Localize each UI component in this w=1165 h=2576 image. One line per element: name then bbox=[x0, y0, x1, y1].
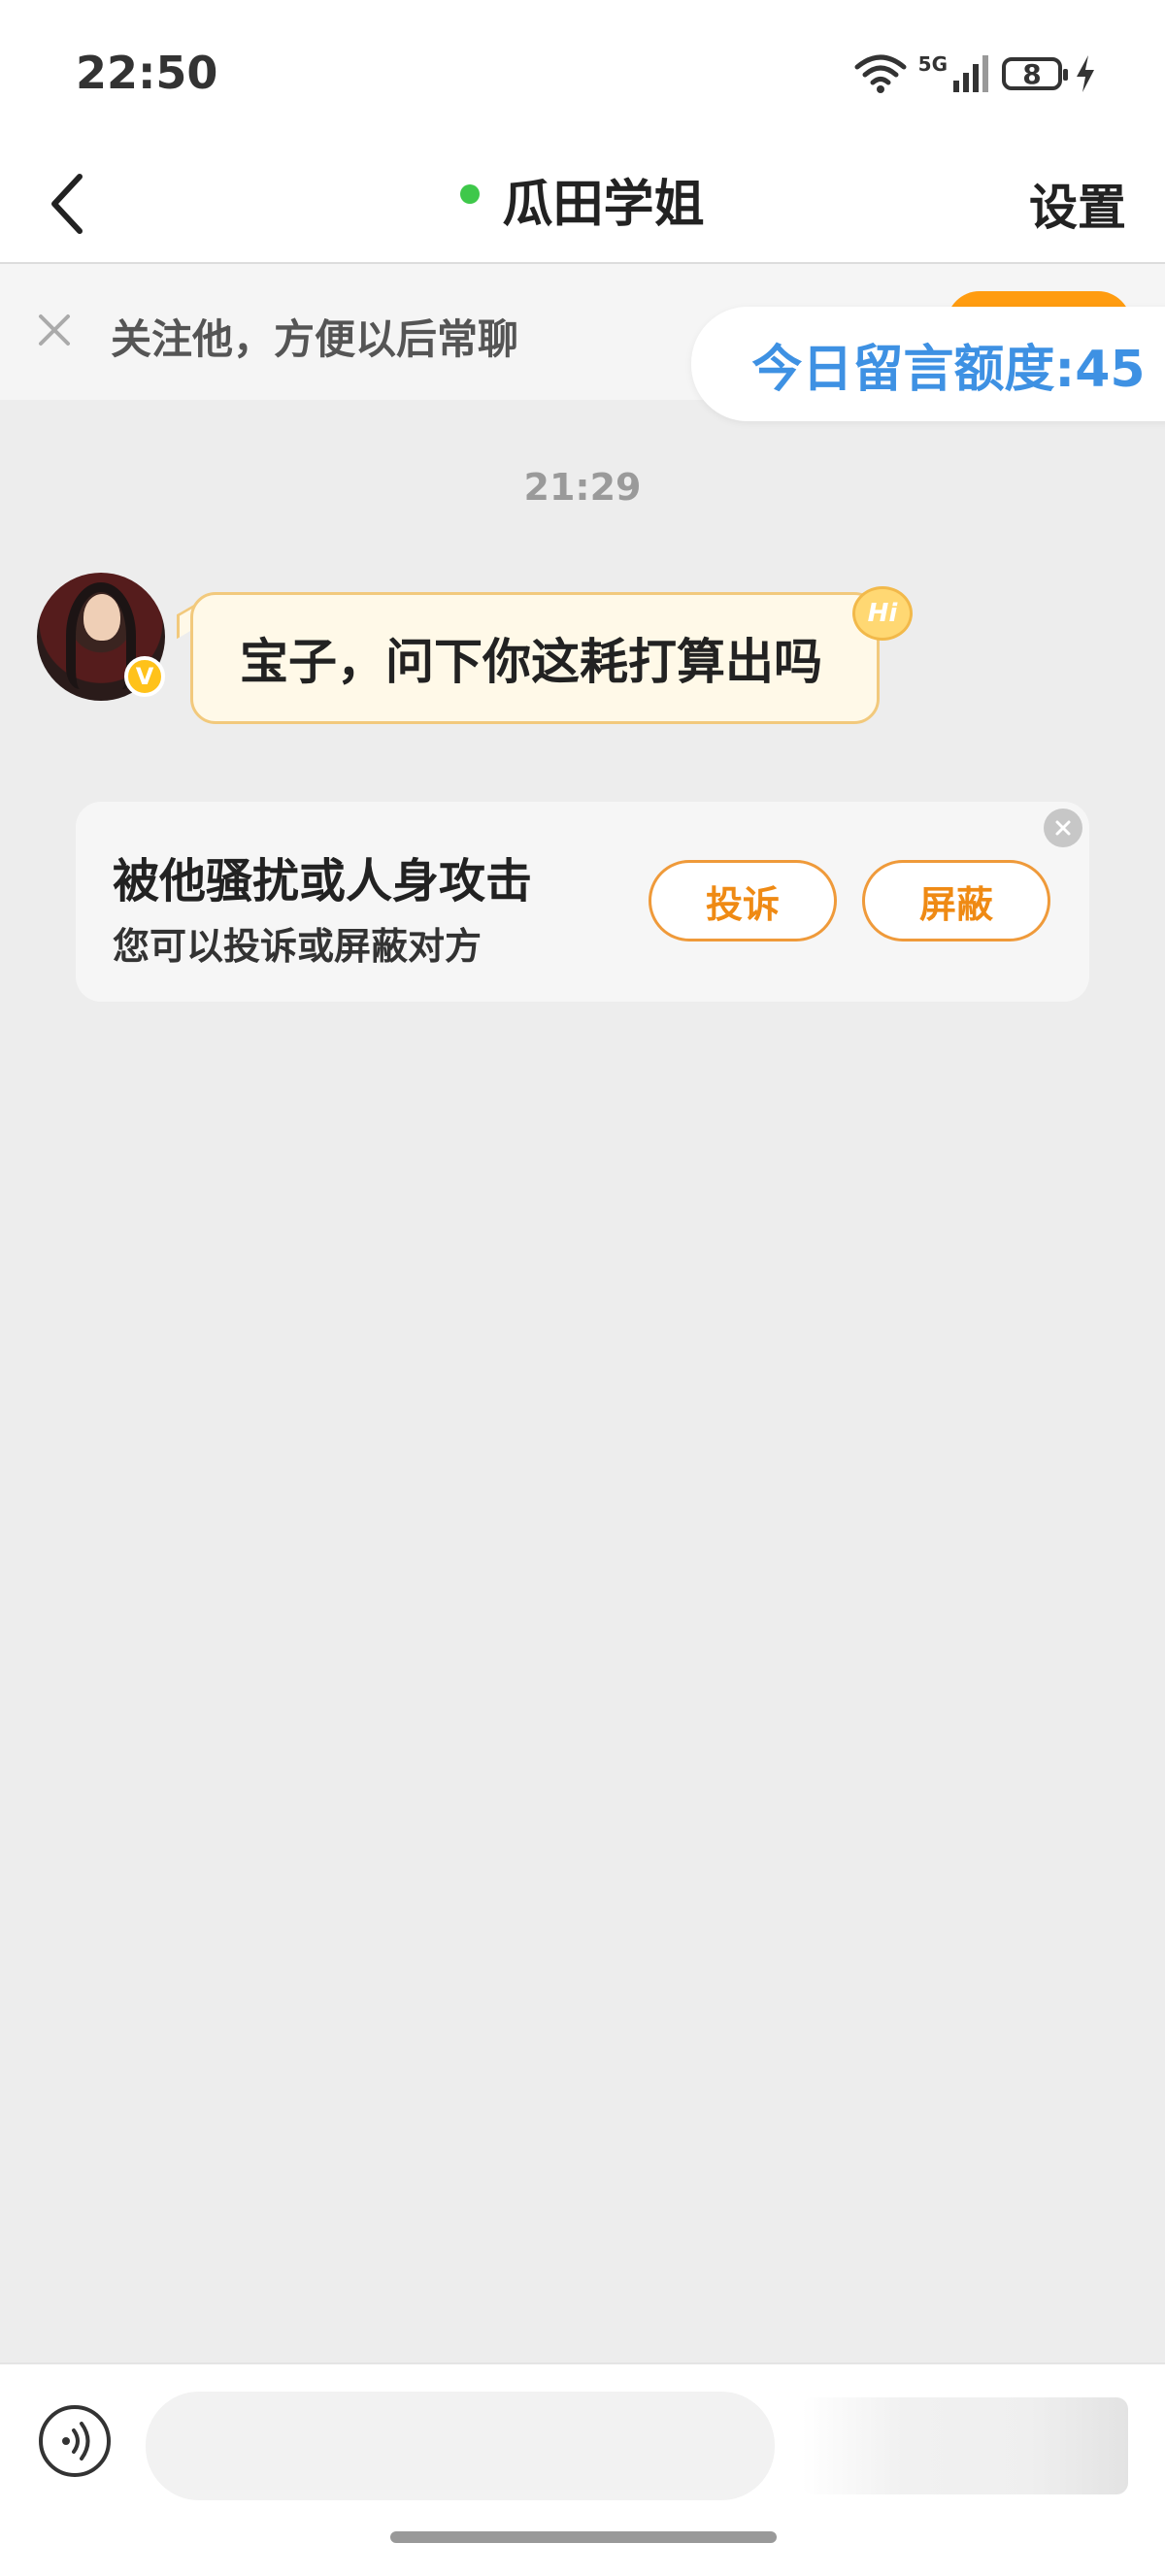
battery-icon: 8 bbox=[1002, 57, 1068, 90]
vip-badge-icon: V bbox=[124, 656, 165, 697]
battery-level: 8 bbox=[1022, 57, 1042, 90]
voice-icon[interactable] bbox=[39, 2405, 111, 2477]
online-status-dot bbox=[460, 183, 481, 204]
status-icons: 5G 8 bbox=[854, 49, 1097, 99]
message-bubble[interactable]: 宝子，问下你这耗打算出吗 bbox=[190, 592, 880, 724]
report-card-subtitle: 您可以投诉或屏蔽对方 bbox=[113, 925, 483, 968]
close-icon[interactable] bbox=[35, 311, 74, 349]
page-title: 瓜田学姐 bbox=[502, 176, 705, 234]
chat-timestamp: 21:29 bbox=[523, 466, 642, 509]
message-input[interactable] bbox=[146, 2392, 775, 2500]
status-bar: 22:50 5G 8 bbox=[0, 0, 1165, 146]
close-icon-glyph bbox=[1055, 820, 1071, 836]
report-card-title: 被他骚扰或人身攻击 bbox=[113, 854, 533, 908]
wifi-icon bbox=[854, 54, 907, 93]
send-button[interactable] bbox=[802, 2397, 1128, 2494]
hi-badge-icon: Hi bbox=[852, 586, 913, 641]
status-time: 22:50 bbox=[76, 47, 218, 99]
avatar-face bbox=[83, 594, 120, 641]
block-button[interactable]: 屏蔽 bbox=[862, 860, 1050, 941]
report-card: 被他骚扰或人身攻击 您可以投诉或屏蔽对方 投诉 屏蔽 bbox=[76, 802, 1089, 1002]
message-quota-text: 今日留言额度:45 bbox=[751, 340, 1146, 399]
report-button[interactable]: 投诉 bbox=[649, 860, 837, 941]
close-icon[interactable] bbox=[1044, 809, 1082, 847]
nav-bar: 瓜田学姐 设置 bbox=[0, 146, 1165, 264]
message-text: 宝子，问下你这耗打算出吗 bbox=[240, 634, 822, 690]
follow-banner-text: 关注他，方便以后常聊 bbox=[111, 315, 519, 363]
nav-title-group: 瓜田学姐 bbox=[0, 163, 1165, 236]
voice-icon-glyph bbox=[62, 2422, 90, 2460]
input-bar bbox=[0, 2362, 1165, 2576]
settings-button[interactable]: 设置 bbox=[1029, 169, 1126, 239]
signal-icon bbox=[953, 55, 988, 92]
charging-icon bbox=[1077, 55, 1094, 92]
network-type: 5G bbox=[917, 52, 948, 76]
home-indicator bbox=[390, 2531, 777, 2543]
message-quota-pill: 今日留言额度:45 bbox=[691, 307, 1165, 421]
